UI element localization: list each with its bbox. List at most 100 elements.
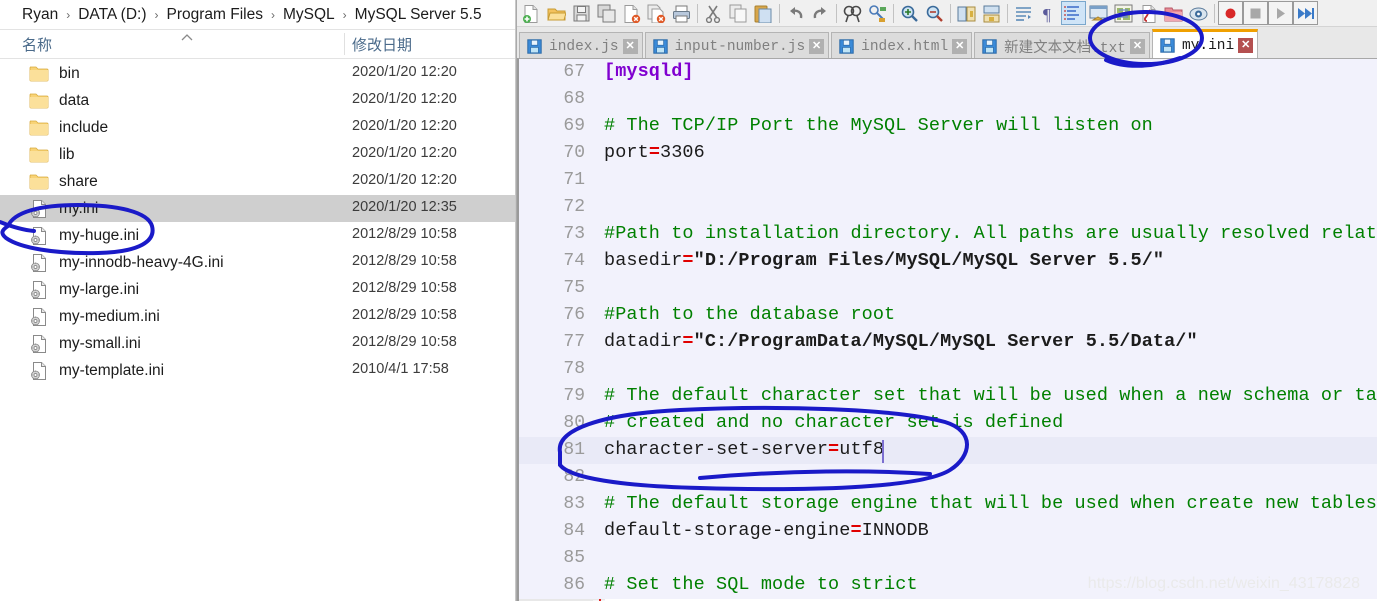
close-file-icon[interactable]: [619, 1, 644, 25]
code-line[interactable]: 85: [519, 545, 1377, 572]
code-text: #Path to the database root: [604, 304, 895, 325]
section-header-token: [mysqld]: [604, 61, 694, 82]
document-map-icon[interactable]: [1111, 1, 1136, 25]
tab-close-icon[interactable]: ✕: [952, 39, 968, 54]
editor-tab[interactable]: input-number.js ✕: [644, 32, 830, 60]
breadcrumb[interactable]: Ryan › DATA (D:) › Program Files › MySQL › MySQL…: [0, 0, 517, 30]
comment-token: # The default character set that will be…: [604, 385, 1377, 406]
tab-saved-disk-icon: [652, 39, 668, 54]
record-macro-icon[interactable]: [1218, 1, 1243, 25]
file-row[interactable]: my-template.ini 2010/4/1 17:58: [0, 357, 517, 384]
fast-play-macro-icon[interactable]: [1293, 1, 1318, 25]
code-text: # The TCP/IP Port the MySQL Server will …: [604, 115, 1153, 136]
breadcrumb-item-4[interactable]: MySQL Server 5.5: [355, 6, 482, 24]
file-row[interactable]: data 2020/1/20 12:20: [0, 87, 517, 114]
file-date-modified-label: 2010/4/1 17:58: [352, 361, 449, 377]
editor-tab-active[interactable]: my.ini ✕: [1151, 29, 1259, 59]
breadcrumb-item-3[interactable]: MySQL: [283, 6, 335, 24]
zoom-out-icon[interactable]: [922, 1, 947, 25]
tab-label: input-number.js: [674, 38, 806, 55]
breadcrumb-item-0[interactable]: Ryan: [22, 6, 58, 24]
editor-tab[interactable]: index.html ✕: [831, 32, 973, 60]
code-line[interactable]: 80 # created and no character set is defi…: [519, 410, 1377, 437]
column-divider[interactable]: [344, 33, 345, 55]
tab-close-icon[interactable]: ✕: [1129, 39, 1145, 54]
file-row[interactable]: my-huge.ini 2012/8/29 10:58: [0, 222, 517, 249]
breadcrumb-item-2[interactable]: Program Files: [167, 6, 263, 24]
copy-icon[interactable]: [726, 1, 751, 25]
print-icon[interactable]: [669, 1, 694, 25]
folder-as-workspace-icon[interactable]: [1161, 1, 1186, 25]
indent-guide-icon[interactable]: [1061, 1, 1086, 25]
code-line[interactable]: 69 # The TCP/IP Port the MySQL Server wil…: [519, 113, 1377, 140]
tab-close-icon[interactable]: ✕: [809, 39, 825, 54]
code-line[interactable]: 74 basedir="D:/Program Files/MySQL/MySQL …: [519, 248, 1377, 275]
code-line[interactable]: 77 datadir="C:/ProgramData/MySQL/MySQL Se…: [519, 329, 1377, 356]
paste-icon[interactable]: [751, 1, 776, 25]
equals-operator-token: =: [850, 520, 862, 541]
tab-close-icon[interactable]: ✕: [1238, 38, 1254, 53]
user-defined-dialog-icon[interactable]: [1086, 1, 1111, 25]
undo-icon[interactable]: [783, 1, 808, 25]
breadcrumb-item-1[interactable]: DATA (D:): [78, 6, 146, 24]
code-line[interactable]: 78: [519, 356, 1377, 383]
column-header-date-modified[interactable]: 修改日期: [352, 34, 412, 55]
file-row[interactable]: bin 2020/1/20 12:20: [0, 60, 517, 87]
file-row[interactable]: my-innodb-heavy-4G.ini 2012/8/29 10:58: [0, 249, 517, 276]
column-header-name[interactable]: 名称: [22, 34, 52, 55]
save-icon[interactable]: [569, 1, 594, 25]
editor-tab-bar[interactable]: index.js ✕ input-number.js ✕ index.html ✕ 新建文本…: [517, 27, 1377, 60]
code-line[interactable]: 83 # The default storage engine that will…: [519, 491, 1377, 518]
editor-tab[interactable]: index.js ✕: [519, 32, 643, 60]
file-date-modified-label: 2020/1/20 12:20: [352, 91, 457, 107]
line-number: 76: [563, 305, 585, 325]
code-line[interactable]: 75: [519, 275, 1377, 302]
code-line[interactable]: 72: [519, 194, 1377, 221]
monitoring-icon[interactable]: [1186, 1, 1211, 25]
find-icon[interactable]: [840, 1, 865, 25]
code-editor-area[interactable]: 67 [mysqld] 68 69 # The TCP/IP Port the MySQ…: [517, 58, 1377, 601]
open-folder-icon[interactable]: [544, 1, 569, 25]
code-line[interactable]: 79 # The default character set that will …: [519, 383, 1377, 410]
replace-icon[interactable]: [865, 1, 890, 25]
file-date-modified-label: 2020/1/20 12:20: [352, 145, 457, 161]
play-macro-icon[interactable]: [1268, 1, 1293, 25]
code-line[interactable]: 67 [mysqld]: [519, 59, 1377, 86]
tab-close-icon[interactable]: ✕: [622, 39, 638, 54]
file-row[interactable]: share 2020/1/20 12:20: [0, 168, 517, 195]
code-line[interactable]: 82: [519, 464, 1377, 491]
file-row[interactable]: include 2020/1/20 12:20: [0, 114, 517, 141]
cut-icon[interactable]: [701, 1, 726, 25]
file-row[interactable]: lib 2020/1/20 12:20: [0, 141, 517, 168]
redo-icon[interactable]: [808, 1, 833, 25]
editor-tab[interactable]: 新建文本文档.txt ✕: [974, 32, 1150, 60]
code-line[interactable]: 71: [519, 167, 1377, 194]
show-all-characters-icon[interactable]: ¶: [1036, 1, 1061, 25]
file-row[interactable]: my-large.ini 2012/8/29 10:58: [0, 276, 517, 303]
file-name-label: bin: [59, 64, 80, 82]
svg-text:¶: ¶: [1043, 5, 1051, 23]
code-line[interactable]: 68: [519, 86, 1377, 113]
word-wrap-icon[interactable]: [1011, 1, 1036, 25]
code-line[interactable]: 76 #Path to the database root: [519, 302, 1377, 329]
sync-scroll-horizontal-icon[interactable]: [979, 1, 1004, 25]
file-row-selected[interactable]: my.ini 2020/1/20 12:35: [0, 195, 517, 222]
new-file-icon[interactable]: [519, 1, 544, 25]
stop-macro-icon[interactable]: [1243, 1, 1268, 25]
close-all-files-icon[interactable]: [644, 1, 669, 25]
code-text: default-storage-engine=INNODB: [604, 520, 929, 541]
folder-icon: [29, 145, 49, 165]
code-line[interactable]: 81 character-set-server=utf8: [519, 437, 1377, 464]
notepad-plus-plus-window: ¶ index.js ✕ input-number.js ✕ index.html ✕ 新建…: [517, 0, 1377, 601]
editor-toolbar[interactable]: ¶: [517, 0, 1377, 27]
sync-scroll-vertical-icon[interactable]: [954, 1, 979, 25]
save-all-icon[interactable]: [594, 1, 619, 25]
zoom-in-icon[interactable]: [897, 1, 922, 25]
file-row[interactable]: my-small.ini 2012/8/29 10:58: [0, 330, 517, 357]
code-line[interactable]: 84 default-storage-engine=INNODB: [519, 518, 1377, 545]
code-line[interactable]: 73 #Path to installation directory. All p…: [519, 221, 1377, 248]
function-list-icon[interactable]: [1136, 1, 1161, 25]
code-line[interactable]: 70 port=3306: [519, 140, 1377, 167]
file-list[interactable]: bin 2020/1/20 12:20 data 2020/1/20 12:20 inc…: [0, 60, 517, 601]
file-row[interactable]: my-medium.ini 2012/8/29 10:58: [0, 303, 517, 330]
